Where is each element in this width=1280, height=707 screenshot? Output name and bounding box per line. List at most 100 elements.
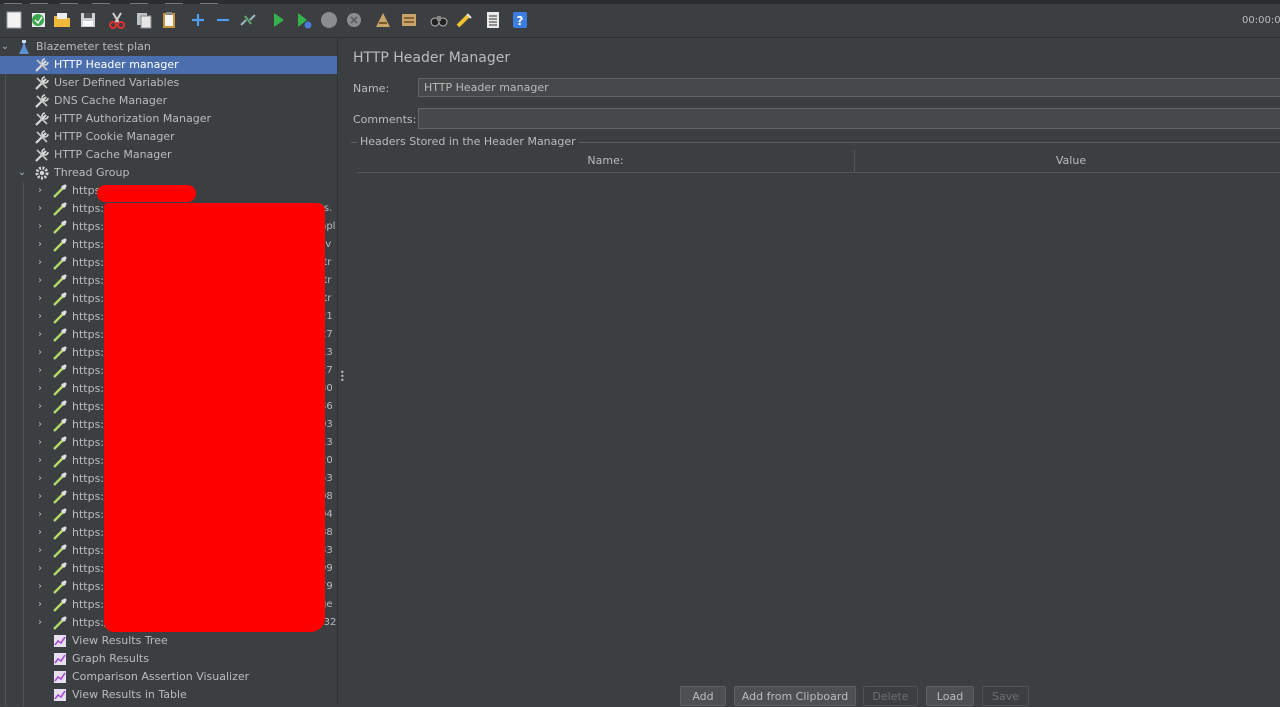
name-field[interactable] [418, 78, 1280, 97]
panel-title: HTTP Header Manager [353, 50, 511, 66]
expand-arrow-icon[interactable]: › [35, 615, 45, 631]
toolbar: ? 00:00:00 [0, 4, 1280, 38]
tree-item-config[interactable]: HTTP Authorization Manager [0, 110, 337, 128]
test-plan-tree[interactable]: ⌄ Blazemeter test plan HTTP Header manager… [0, 38, 337, 706]
help-icon[interactable]: ? [509, 9, 531, 31]
collapse-icon[interactable] [212, 9, 234, 31]
expand-arrow-icon[interactable]: › [35, 345, 45, 361]
column-header-value[interactable]: Value [855, 150, 1280, 172]
expand-arrow-icon[interactable]: › [35, 471, 45, 487]
tree-item-listener[interactable]: Graph Results [0, 650, 337, 668]
pane-splitter[interactable]: • • • [337, 38, 345, 706]
tree-item-config[interactable]: DNS Cache Manager [0, 92, 337, 110]
name-label: Name: [353, 82, 390, 95]
tree-item-test-plan[interactable]: ⌄ Blazemeter test plan [0, 38, 337, 56]
expand-arrow-icon[interactable]: › [35, 543, 45, 559]
pipette-icon [52, 183, 68, 199]
expand-arrow-icon[interactable]: › [35, 273, 45, 289]
elapsed-timer: 00:00:00 [1242, 15, 1280, 26]
stop-icon[interactable] [318, 9, 340, 31]
expand-arrow-icon[interactable]: › [35, 417, 45, 433]
expand-arrow-icon[interactable]: › [35, 255, 45, 271]
expand-arrow-icon[interactable]: › [35, 201, 45, 217]
expand-icon[interactable] [187, 9, 209, 31]
reset-search-icon[interactable] [453, 9, 475, 31]
pipette-icon [52, 363, 68, 379]
templates-icon[interactable] [27, 9, 49, 31]
tree-item-thread-group[interactable]: ⌄ Thread Group [0, 164, 337, 182]
tree-item-listener[interactable]: Comparison Assertion Visualizer [0, 668, 337, 686]
tree-item-listener[interactable]: View Results Tree [0, 632, 337, 650]
expand-arrow-icon[interactable]: › [35, 489, 45, 505]
add-from-clipboard-button[interactable]: Add from Clipboard [734, 686, 856, 706]
clear-all-icon[interactable] [398, 9, 420, 31]
tree-item-listener[interactable]: View Results in Table [0, 686, 337, 704]
chart-icon [52, 669, 68, 685]
expand-arrow-icon[interactable]: › [35, 327, 45, 343]
expand-arrow-icon[interactable]: › [35, 579, 45, 595]
pipette-icon [52, 273, 68, 289]
cut-icon[interactable] [106, 9, 128, 31]
tree-item-config[interactable]: HTTP Cookie Manager [0, 128, 337, 146]
collapse-arrow-icon[interactable]: ⌄ [17, 165, 27, 181]
load-button[interactable]: Load [926, 686, 974, 706]
tree-item-label: https:/ [72, 562, 108, 575]
comments-label: Comments: [353, 113, 417, 126]
start-icon[interactable] [267, 9, 289, 31]
expand-arrow-icon[interactable]: › [35, 237, 45, 253]
pipette-icon [52, 615, 68, 631]
expand-arrow-icon[interactable]: › [35, 507, 45, 523]
expand-arrow-icon[interactable]: › [35, 219, 45, 235]
svg-text:?: ? [517, 14, 524, 28]
expand-arrow-icon[interactable]: › [35, 435, 45, 451]
expand-arrow-icon[interactable]: › [35, 309, 45, 325]
headers-group-title: Headers Stored in the Header Manager [357, 135, 579, 148]
pipette-icon [52, 489, 68, 505]
redaction-mark [97, 185, 196, 202]
expand-arrow-icon[interactable]: › [35, 525, 45, 541]
tree-item-config[interactable]: HTTP Cache Manager [0, 146, 337, 164]
tree-item-config[interactable]: User Defined Variables [0, 74, 337, 92]
chart-icon [52, 633, 68, 649]
wrench-icon [34, 75, 50, 91]
shutdown-icon[interactable] [343, 9, 365, 31]
tree-item-label: https:/ [72, 292, 108, 305]
function-helper-icon[interactable] [482, 9, 504, 31]
pipette-icon [52, 237, 68, 253]
column-header-name[interactable]: Name: [357, 150, 855, 172]
collapse-arrow-icon[interactable]: ⌄ [0, 39, 10, 55]
expand-arrow-icon[interactable]: › [35, 291, 45, 307]
search-icon[interactable] [428, 9, 450, 31]
wrench-icon [34, 57, 50, 73]
copy-icon[interactable] [133, 9, 155, 31]
start-no-pause-icon[interactable] [292, 9, 314, 31]
expand-arrow-icon[interactable]: › [35, 597, 45, 613]
expand-arrow-icon[interactable]: › [35, 381, 45, 397]
pipette-icon [52, 435, 68, 451]
tree-item-label: https:/ [72, 544, 108, 557]
pipette-icon [52, 327, 68, 343]
comments-field[interactable] [418, 108, 1280, 129]
tree-item-label: https:/ [72, 472, 108, 485]
expand-arrow-icon[interactable]: › [35, 363, 45, 379]
expand-arrow-icon[interactable]: › [35, 453, 45, 469]
tree-item-label: https:/ [72, 436, 108, 449]
add-button[interactable]: Add [680, 686, 726, 706]
tree-item-label: HTTP Cookie Manager [54, 130, 175, 143]
paste-icon[interactable] [158, 9, 180, 31]
pipette-icon [52, 543, 68, 559]
delete-button[interactable]: Delete [863, 686, 918, 706]
tree-item-label: User Defined Variables [54, 76, 180, 89]
save-button[interactable]: Save [982, 686, 1029, 706]
clear-icon[interactable] [372, 9, 394, 31]
expand-arrow-icon[interactable]: › [35, 183, 45, 199]
open-icon[interactable] [51, 9, 73, 31]
expand-arrow-icon[interactable]: › [35, 399, 45, 415]
save-icon[interactable] [77, 9, 99, 31]
new-icon[interactable] [3, 9, 25, 31]
tree-item-config[interactable]: HTTP Header manager [0, 56, 337, 74]
redaction-mark [104, 203, 325, 632]
toggle-icon[interactable] [237, 9, 259, 31]
tree-item-label: Comparison Assertion Visualizer [72, 670, 250, 683]
expand-arrow-icon[interactable]: › [35, 561, 45, 577]
